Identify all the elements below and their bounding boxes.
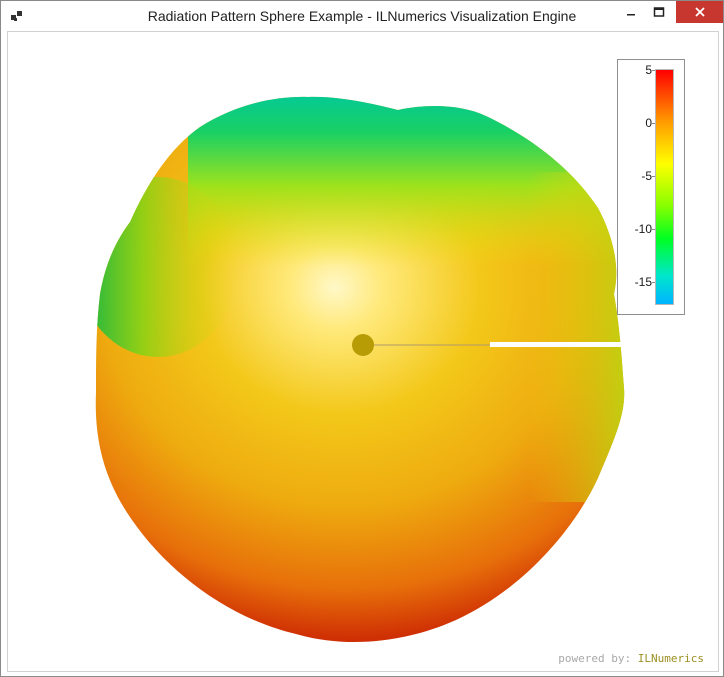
colorbar-tick-label: -5	[641, 169, 652, 183]
title-bar[interactable]: Radiation Pattern Sphere Example - ILNum…	[1, 1, 723, 31]
colorbar-tick-mark	[652, 70, 655, 71]
minimize-icon	[627, 14, 635, 16]
minimize-button[interactable]	[618, 1, 644, 23]
colorbar-tick-mark	[652, 123, 655, 124]
powered-by-brand[interactable]: ILNumerics	[638, 652, 704, 665]
colorbar-tick-mark	[652, 282, 655, 283]
close-button[interactable]	[676, 1, 723, 23]
close-icon	[694, 7, 705, 17]
app-window: Radiation Pattern Sphere Example - ILNum…	[0, 0, 724, 677]
maximize-icon	[653, 7, 665, 17]
powered-by-label: powered by: ILNumerics	[558, 652, 704, 665]
colorbar-tick-label: -10	[634, 222, 652, 236]
colorbar[interactable]: 5 0 -5 -10 -15	[617, 59, 685, 315]
colorbar-gradient	[655, 69, 674, 305]
colorbar-tick-mark	[652, 229, 655, 230]
plot-canvas[interactable]: 5 0 -5 -10 -15 powered by: ILNumerics	[7, 31, 719, 672]
colorbar-tick-label: 5	[645, 63, 652, 77]
colorbar-tick-mark	[652, 176, 655, 177]
beam-gap	[490, 342, 622, 347]
colorbar-tick-label: 0	[645, 116, 652, 130]
center-marker	[352, 334, 374, 356]
radiation-pattern-surface[interactable]	[8, 32, 718, 671]
window-title: Radiation Pattern Sphere Example - ILNum…	[147, 8, 577, 24]
powered-by-prefix: powered by:	[558, 652, 632, 665]
colorbar-tick-label: -15	[634, 275, 652, 289]
maximize-button[interactable]	[646, 1, 672, 23]
